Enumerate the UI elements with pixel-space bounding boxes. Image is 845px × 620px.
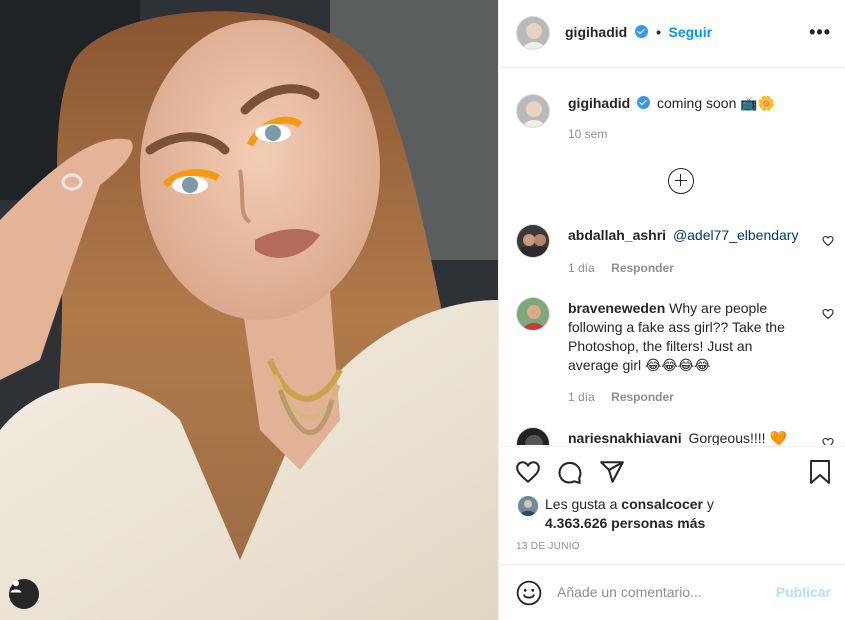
comment-username[interactable]: abdallah_ashri <box>568 227 666 243</box>
comment-time[interactable]: 1 día <box>568 390 595 404</box>
share-icon[interactable] <box>599 459 625 485</box>
commenter-avatar[interactable] <box>516 224 550 258</box>
liker-username[interactable]: consalcocer <box>621 496 703 512</box>
comments-list[interactable]: abdallah_ashri @adel77_elbendary 1 día R… <box>499 216 845 445</box>
post-actions: Les gusta a consalcocer y 4.363.626 pers… <box>499 446 845 564</box>
caption-time[interactable]: 10 sem <box>568 127 607 141</box>
comment-text: Gorgeous!!!! 🧡 <box>688 430 787 445</box>
like-comment-icon[interactable] <box>822 437 834 445</box>
likes-summary: Les gusta a consalcocer y <box>545 496 714 512</box>
author-avatar[interactable] <box>516 16 550 50</box>
emoji-icon[interactable] <box>516 580 542 606</box>
reply-button[interactable]: Responder <box>611 390 674 404</box>
user-tag-icon[interactable] <box>9 579 39 609</box>
comment-text-line: Photoshop, the filters! Just an <box>568 338 753 354</box>
portrait-image <box>0 0 498 620</box>
add-comment-bar: Añade un comentario... Publicar <box>499 564 845 620</box>
liker-avatar[interactable] <box>518 496 538 516</box>
comment-input[interactable]: Añade un comentario... <box>557 584 702 600</box>
comment-mention[interactable]: @adel77_elbendary <box>673 227 799 243</box>
comment-icon[interactable] <box>557 459 583 485</box>
comment-username[interactable]: braveneweden <box>568 300 665 316</box>
like-comment-icon[interactable] <box>822 308 834 320</box>
publish-button[interactable]: Publicar <box>776 584 831 600</box>
comment-text-line: Why are people <box>669 300 768 316</box>
verified-badge-icon <box>634 25 648 38</box>
comment-time[interactable]: 1 día <box>568 261 595 275</box>
comment-text-line: average girl 😂😂😂😂 <box>568 357 711 373</box>
follow-button[interactable]: Seguir <box>668 24 712 40</box>
separator-dot: • <box>656 24 662 40</box>
like-comment-icon[interactable] <box>822 235 834 247</box>
likes-count[interactable]: 4.363.626 personas más <box>545 515 705 531</box>
load-more-comments-icon[interactable] <box>668 168 694 194</box>
commenter-avatar[interactable] <box>516 297 550 331</box>
likes-conj: y <box>706 496 714 512</box>
heart-icon[interactable] <box>515 459 541 485</box>
post-photo[interactable] <box>0 0 498 620</box>
bookmark-icon[interactable] <box>808 459 832 485</box>
commenter-avatar[interactable] <box>516 427 550 445</box>
post-date[interactable]: 13 DE JUNIO <box>516 541 580 552</box>
post-header: gigihadid • Seguir ••• <box>499 0 845 68</box>
comment-username[interactable]: nariesnakhiavani <box>568 430 682 445</box>
caption-author-avatar[interactable] <box>516 94 550 128</box>
verified-badge-icon <box>637 96 651 109</box>
reply-button[interactable]: Responder <box>611 261 674 275</box>
caption-username[interactable]: gigihadid <box>568 95 630 111</box>
caption-text: coming soon <box>657 95 737 111</box>
comment-text-line: following a fake ass girl?? Take the <box>568 319 785 335</box>
caption-emoji: 📺🌼 <box>740 95 776 111</box>
more-options-icon[interactable]: ••• <box>809 22 831 43</box>
post-detail-panel: gigihadid • Seguir ••• gigihadid coming … <box>498 0 845 620</box>
author-username[interactable]: gigihadid <box>565 24 627 40</box>
likes-prefix: Les gusta a <box>545 496 618 512</box>
